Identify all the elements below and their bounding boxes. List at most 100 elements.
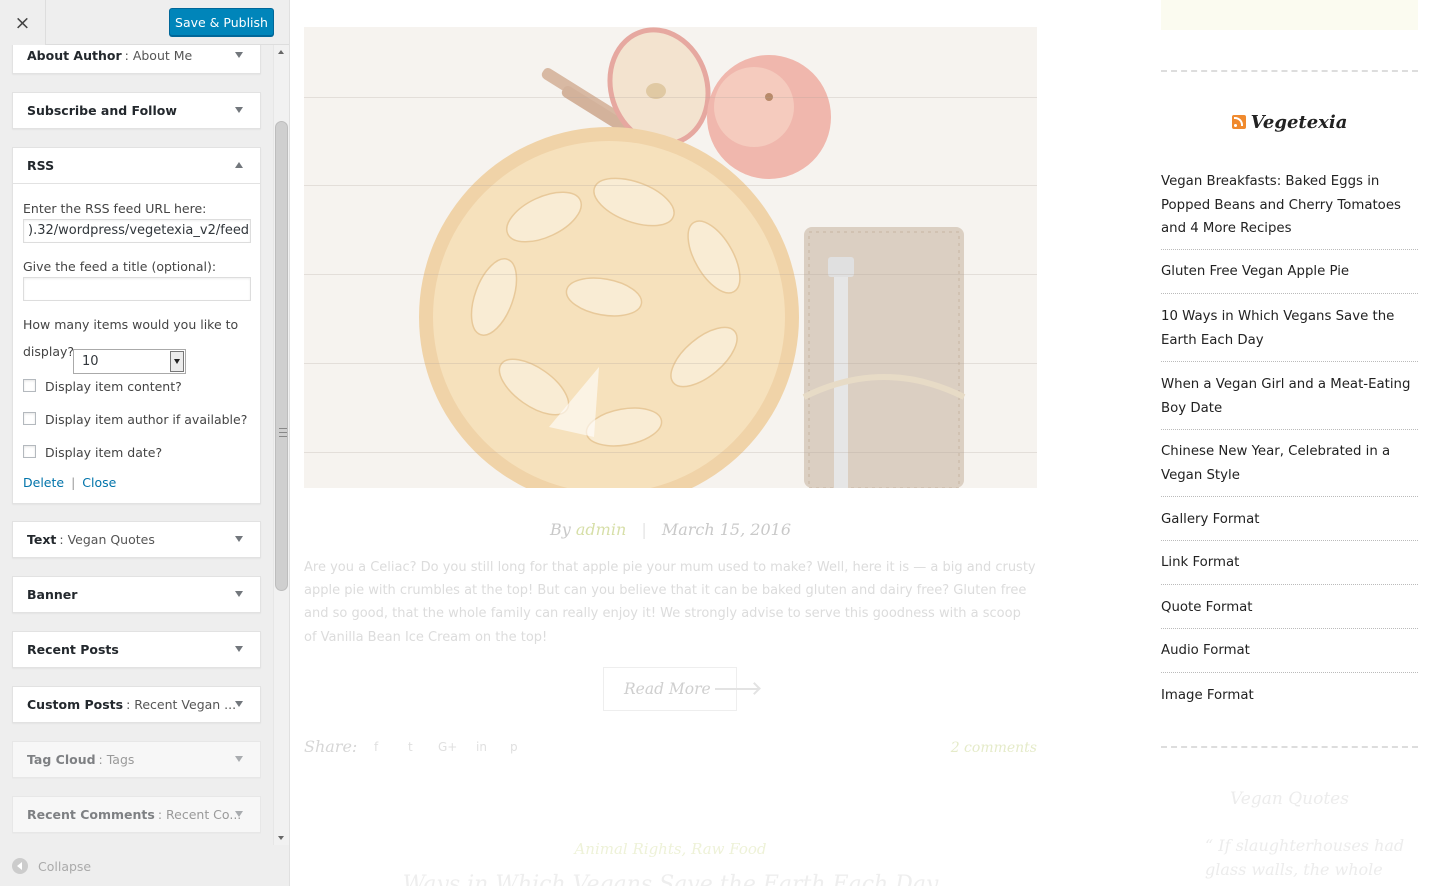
twitter-icon[interactable]: t bbox=[408, 740, 413, 754]
item-divider bbox=[1161, 496, 1418, 497]
widget-header[interactable]: Text: Vegan Quotes bbox=[13, 522, 260, 557]
save-publish-button[interactable]: Save & Publish bbox=[169, 8, 274, 36]
rss-item[interactable]: 10 Ways in Which Vegans Save the Earth E… bbox=[1161, 305, 1418, 352]
scroll-down-icon[interactable] bbox=[278, 836, 284, 840]
facebook-icon[interactable]: f bbox=[374, 740, 378, 754]
display-date-label: Display item date? bbox=[45, 445, 163, 460]
chevron-down-icon[interactable] bbox=[170, 351, 184, 372]
next-post-categories[interactable]: Animal Rights, Raw Food bbox=[304, 840, 1037, 858]
widget-header[interactable]: About Author: About Me bbox=[13, 45, 260, 73]
scrollbar-thumb[interactable] bbox=[275, 121, 288, 591]
item-divider bbox=[1161, 540, 1418, 541]
widget-header[interactable]: RSS bbox=[13, 148, 260, 183]
close-widget-link[interactable]: Close bbox=[82, 475, 116, 490]
widget-rss: RSS Enter the RSS feed URL here: ).32/wo… bbox=[12, 147, 261, 504]
widget-header[interactable]: Custom Posts: Recent Vegan ... bbox=[13, 687, 260, 722]
table-plank-line bbox=[304, 97, 1037, 98]
display-author-label: Display item author if available? bbox=[45, 412, 248, 427]
expand-arrow-icon[interactable] bbox=[235, 52, 243, 58]
meta-divider: | bbox=[641, 520, 647, 539]
post-featured-image[interactable] bbox=[304, 27, 1037, 488]
collapse-icon bbox=[12, 858, 28, 874]
widget-header[interactable]: Recent Posts bbox=[13, 632, 260, 667]
widget-actions: Delete | Close bbox=[23, 475, 116, 490]
select-value: 10 bbox=[82, 354, 99, 369]
close-customizer-button[interactable]: × bbox=[0, 0, 46, 45]
rss-title-input[interactable] bbox=[23, 277, 251, 301]
display-content-checkbox[interactable] bbox=[23, 379, 36, 392]
expand-arrow-icon[interactable] bbox=[235, 646, 243, 652]
pinterest-icon[interactable]: p bbox=[510, 740, 518, 754]
widget-banner[interactable]: Banner bbox=[12, 576, 261, 613]
site-preview: By admin | March 15, 2016 Are you a Celi… bbox=[290, 0, 1433, 886]
expand-arrow-icon[interactable] bbox=[235, 701, 243, 707]
widget-about-author[interactable]: About Author: About Me bbox=[12, 45, 261, 74]
rss-item[interactable]: Vegan Breakfasts: Baked Eggs in Popped B… bbox=[1161, 170, 1418, 241]
widget-header[interactable]: Recent Comments: Recent Co... bbox=[13, 797, 260, 832]
widget-header[interactable]: Tag Cloud: Tags bbox=[13, 742, 260, 777]
quote-text: “ If slaughterhouses had glass walls, th… bbox=[1205, 836, 1405, 886]
widget-text[interactable]: Text: Vegan Quotes bbox=[12, 521, 261, 558]
widget-recent-posts[interactable]: Recent Posts bbox=[12, 631, 261, 668]
customizer-sidebar: × Save & Publish About Author: About Me … bbox=[0, 0, 290, 886]
widget-separator bbox=[1161, 746, 1418, 748]
item-divider bbox=[1161, 293, 1418, 294]
expand-arrow-icon[interactable] bbox=[235, 756, 243, 762]
post-excerpt: Are you a Celiac? Do you still long for … bbox=[304, 560, 1036, 645]
expand-arrow-icon[interactable] bbox=[235, 107, 243, 113]
google-plus-icon[interactable]: G+ bbox=[438, 740, 457, 754]
post-author-link[interactable]: admin bbox=[576, 520, 626, 539]
rss-item[interactable]: Gluten Free Vegan Apple Pie bbox=[1161, 260, 1418, 284]
rss-item[interactable]: Audio Format bbox=[1161, 639, 1418, 663]
rss-item[interactable]: Quote Format bbox=[1161, 596, 1418, 620]
expand-arrow-icon[interactable] bbox=[235, 811, 243, 817]
customizer-header: × Save & Publish bbox=[0, 0, 289, 45]
actions-divider: | bbox=[71, 475, 76, 490]
table-plank-line bbox=[304, 363, 1037, 364]
widget-recent-comments[interactable]: Recent Comments: Recent Co... bbox=[12, 796, 261, 833]
table-plank-line bbox=[304, 185, 1037, 186]
rss-item[interactable]: Gallery Format bbox=[1161, 508, 1418, 532]
arrow-right-icon bbox=[715, 688, 759, 690]
widget-title: Banner bbox=[27, 587, 78, 602]
rss-widget-title[interactable]: Vegetexia bbox=[1161, 112, 1418, 133]
comments-link[interactable]: 2 comments bbox=[951, 740, 1037, 756]
rss-item[interactable]: Chinese New Year, Celebrated in a Vegan … bbox=[1161, 440, 1418, 487]
rss-item[interactable]: When a Vegan Girl and a Meat-Eating Boy … bbox=[1161, 373, 1418, 420]
widget-separator bbox=[1161, 70, 1418, 72]
rss-item[interactable]: Link Format bbox=[1161, 551, 1418, 575]
widget-header[interactable]: Banner bbox=[13, 577, 260, 612]
rss-widget-form: Enter the RSS feed URL here: ).32/wordpr… bbox=[13, 183, 260, 503]
widget-title: Subscribe and Follow bbox=[27, 103, 177, 118]
sidebar-scrollbar[interactable] bbox=[273, 45, 289, 845]
item-divider bbox=[1161, 584, 1418, 585]
grip-icon bbox=[279, 428, 287, 437]
widget-custom-posts[interactable]: Custom Posts: Recent Vegan ... bbox=[12, 686, 261, 723]
item-divider bbox=[1161, 672, 1418, 673]
widget-subscribe-follow[interactable]: Subscribe and Follow bbox=[12, 92, 261, 129]
display-author-checkbox[interactable] bbox=[23, 412, 36, 425]
banner-widget[interactable] bbox=[1161, 0, 1418, 30]
rss-icon bbox=[1231, 115, 1246, 129]
linkedin-icon[interactable]: in bbox=[476, 740, 487, 754]
item-divider bbox=[1161, 429, 1418, 430]
share-label: Share: bbox=[304, 737, 358, 756]
rss-items-select[interactable]: 10 bbox=[73, 349, 186, 374]
widget-subtitle: : Recent Co... bbox=[157, 807, 242, 822]
item-divider bbox=[1161, 249, 1418, 250]
display-date-checkbox[interactable] bbox=[23, 445, 36, 458]
next-post-title[interactable]: Ways in Which Vegans Save the Earth Each… bbox=[304, 872, 1037, 886]
expand-arrow-icon[interactable] bbox=[235, 536, 243, 542]
widget-header[interactable]: Subscribe and Follow bbox=[13, 93, 260, 128]
display-content-label: Display item content? bbox=[45, 379, 182, 394]
collapse-arrow-icon[interactable] bbox=[235, 162, 243, 168]
rss-url-input[interactable]: ).32/wordpress/vegetexia_v2/feed bbox=[23, 219, 251, 243]
expand-arrow-icon[interactable] bbox=[235, 591, 243, 597]
collapse-sidebar-button[interactable]: Collapse bbox=[12, 858, 91, 874]
widget-tag-cloud[interactable]: Tag Cloud: Tags bbox=[12, 741, 261, 778]
post-date: March 15, 2016 bbox=[661, 520, 791, 539]
delete-widget-link[interactable]: Delete bbox=[23, 475, 64, 490]
scroll-up-icon[interactable] bbox=[278, 50, 284, 54]
rss-item[interactable]: Image Format bbox=[1161, 684, 1418, 708]
post-meta: By admin | March 15, 2016 bbox=[304, 520, 1037, 539]
